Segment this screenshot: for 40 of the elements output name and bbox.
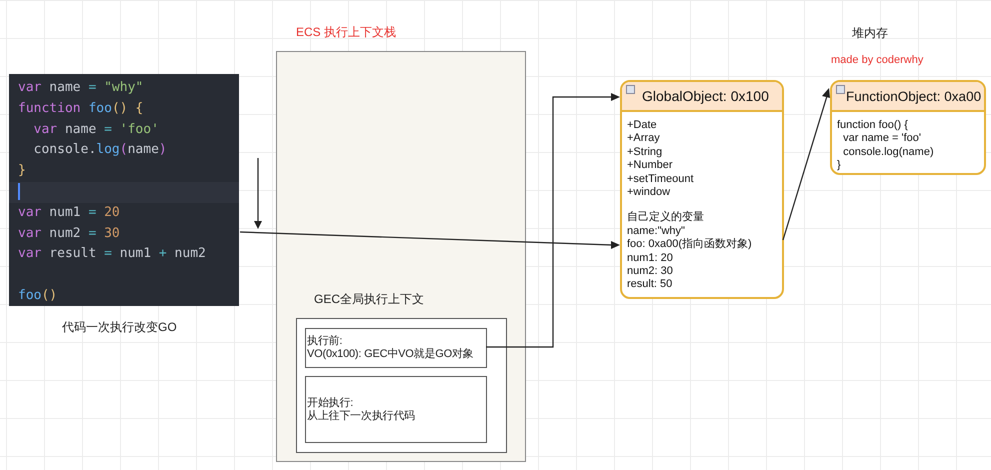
code-line: } [17,162,27,180]
object-text: result: 50 [627,278,674,292]
object-text: +setTimeount [627,172,695,186]
object-text: +Number [627,159,674,173]
collapse-icon[interactable] [626,85,635,94]
code-line: var result = num1 + num2 [17,245,207,264]
object-text: +Array [627,132,661,146]
object-text: var name = 'foo' [842,132,922,146]
box-text: 从上往下一次执行代码 [307,410,416,422]
code-line: console.log(name) [32,141,168,160]
code-line: foo() [17,286,58,305]
object-text: } [837,159,842,173]
caption-text: 代码一次执行改变GO [62,319,177,336]
object-text: num1: 20 [627,252,674,266]
context-title: GEC全局执行上下文 [314,291,424,308]
object-title: GlobalObject: 0x100 [642,88,769,104]
heap-title: 堆内存 [852,25,888,42]
object-text: function foo() { [837,119,909,132]
object-text: foo: 0xa00(指向函数对象) [627,238,753,252]
code-line: var num1 = 20 [17,204,121,222]
object-text: 自己定义的变量 [627,211,705,225]
box-text: VO(0x100): GEC中VO就是GO对象 [307,348,475,361]
object-text: +Date [627,119,658,132]
box-text: 执行前: [307,335,344,348]
box-text: 开始执行: [307,396,354,410]
code-line: var name = "why" [17,79,144,97]
code-line: var num2 = 30 [17,224,121,243]
object-title: FunctionObject: 0xa00 [846,88,982,104]
object-text: console.log(name) [842,146,935,160]
object-text: +window [627,186,672,200]
arrow [254,158,262,229]
collapse-icon[interactable] [836,85,845,94]
stack-title: ECS 执行上下文栈 [296,24,396,41]
object-text: name:"why" [627,224,686,238]
code-line: function foo() { [17,100,144,118]
code-line: var name = 'foo' [32,120,160,139]
object-text: num2: 30 [627,265,674,278]
object-text: +String [627,146,664,160]
text-cursor [18,182,20,200]
credit-text: made by coderwhy [831,54,924,66]
